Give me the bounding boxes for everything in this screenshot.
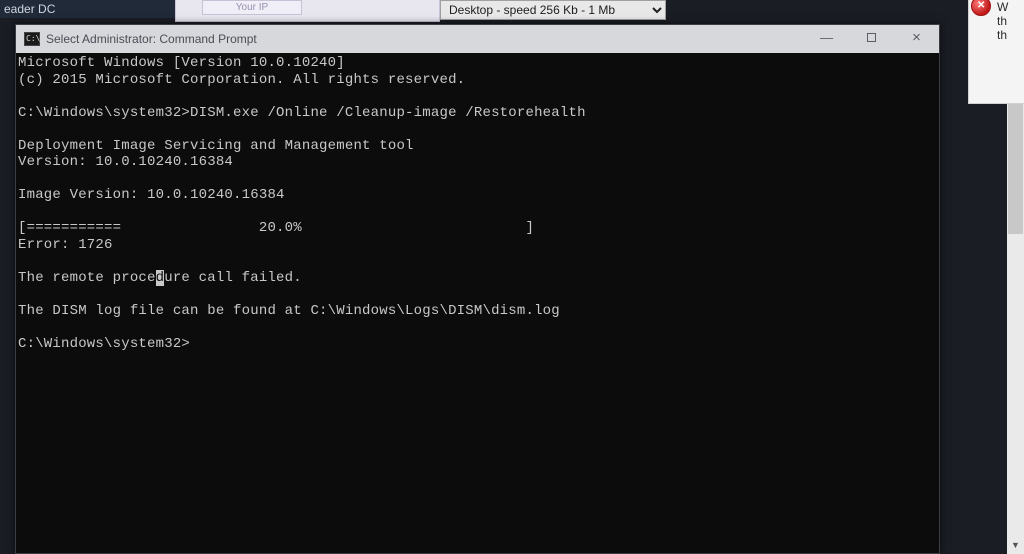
terminal-line: Version: 10.0.10240.16384 [18, 154, 233, 170]
terminal-line: The remote procedure call failed. [18, 270, 302, 286]
terminal-line: C:\Windows\system32>DISM.exe /Online /Cl… [18, 105, 586, 121]
terminal-line: Deployment Image Servicing and Managemen… [18, 138, 414, 154]
terminal-line: (c) 2015 Microsoft Corporation. All righ… [18, 72, 465, 88]
command-prompt-window: C:\ Select Administrator: Command Prompt… [15, 24, 940, 554]
terminal-line: [=========== 20.0% ] [18, 220, 534, 236]
side-dialog-fragment: W th th [968, 0, 1024, 104]
titlebar[interactable]: C:\ Select Administrator: Command Prompt… [16, 25, 939, 53]
maximize-icon [867, 33, 876, 42]
side-dialog-text: W th th [997, 0, 1008, 42]
terminal-line: C:\Windows\system32> [18, 336, 190, 352]
background-card-label: Your IP [202, 0, 302, 15]
error-icon [971, 0, 991, 16]
speed-dropdown-wrap: Desktop - speed 256 Kb - 1 Mb [440, 0, 674, 22]
terminal-line: Microsoft Windows [Version 10.0.10240] [18, 55, 345, 71]
minimize-button[interactable]: — [804, 25, 849, 49]
terminal-line: Error: 1726 [18, 237, 113, 253]
window-controls: — × [804, 25, 939, 53]
speed-dropdown[interactable]: Desktop - speed 256 Kb - 1 Mb [440, 0, 666, 20]
terminal-output[interactable]: Microsoft Windows [Version 10.0.10240] (… [16, 53, 939, 553]
background-card: Your IP [175, 0, 440, 22]
maximize-button[interactable] [849, 25, 894, 49]
close-button[interactable]: × [894, 25, 939, 49]
terminal-line: The DISM log file can be found at C:\Win… [18, 303, 560, 319]
background-scrollbar[interactable]: ▼ [1007, 104, 1024, 554]
terminal-line: Image Version: 10.0.10240.16384 [18, 187, 285, 203]
scrollbar-thumb[interactable] [1008, 104, 1023, 234]
text-cursor: d [156, 270, 165, 286]
window-title: Select Administrator: Command Prompt [46, 32, 257, 46]
scrollbar-down-button[interactable]: ▼ [1007, 537, 1024, 554]
taskbar-fragment: eader DC [0, 0, 175, 18]
desktop: eader DC Your IP Desktop - speed 256 Kb … [0, 0, 1024, 554]
cmd-icon: C:\ [24, 32, 40, 46]
